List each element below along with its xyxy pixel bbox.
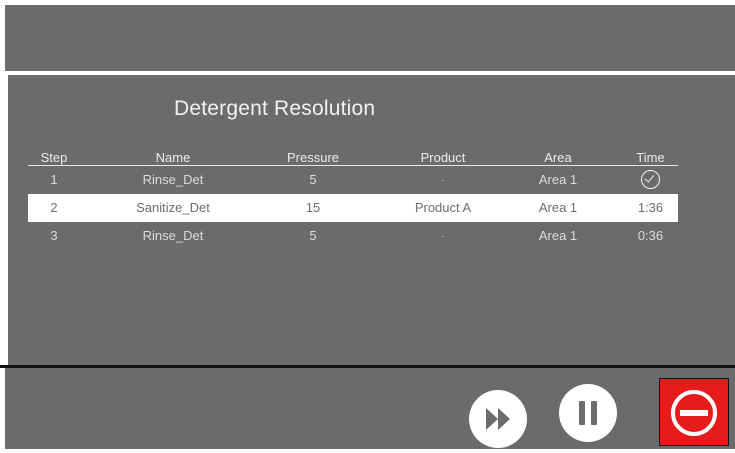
row-step: 2 — [50, 200, 58, 215]
fast-forward-icon — [486, 408, 510, 430]
row-step: 1 — [50, 172, 58, 187]
row-pressure: 15 — [305, 200, 321, 215]
top-bar — [5, 5, 735, 71]
table-row[interactable]: 3 Rinse_Det 5 - Area 1 0:36 — [28, 222, 678, 250]
table-row[interactable]: 1 Rinse_Det 5 - Area 1 — [28, 166, 678, 194]
table-header: Step Name Pressure Product Area Time — [28, 150, 678, 166]
pause-button[interactable] — [559, 384, 617, 442]
row-area: Area 1 — [538, 200, 578, 215]
table-row-selected[interactable]: 2 Sanitize_Det 15 Product A Area 1 1:36 — [28, 194, 678, 222]
header-step: Step — [40, 150, 68, 165]
row-product: - — [440, 172, 446, 187]
header-pressure: Pressure — [286, 150, 340, 165]
row-pressure: 5 — [309, 172, 317, 187]
header-area: Area — [544, 150, 572, 165]
header-product: Product — [420, 150, 466, 165]
header-time: Time — [636, 150, 665, 165]
header-name: Name — [155, 150, 191, 165]
stop-icon — [671, 390, 717, 436]
row-pressure: 5 — [309, 228, 317, 243]
steps-table: Step Name Pressure Product Area Time 1 R… — [28, 150, 678, 250]
stop-button[interactable] — [659, 378, 729, 446]
row-area: Area 1 — [538, 172, 578, 187]
row-name: Rinse_Det — [142, 228, 204, 243]
row-time: 1:36 — [637, 200, 664, 215]
panel-title: Detergent Resolution — [174, 97, 376, 120]
row-area: Area 1 — [538, 228, 578, 243]
row-product: - — [440, 228, 446, 243]
control-bar — [5, 368, 735, 449]
row-name: Rinse_Det — [142, 172, 204, 187]
step-panel: Detergent Resolution Step Name Pressure … — [8, 75, 735, 365]
row-product: Product A — [414, 200, 472, 215]
hmi-screen: Detergent Resolution Step Name Pressure … — [0, 0, 735, 449]
skip-step-button[interactable] — [469, 390, 527, 448]
pause-icon — [579, 401, 597, 425]
row-time — [623, 166, 678, 195]
check-circle-icon — [641, 170, 660, 189]
row-name: Sanitize_Det — [136, 200, 210, 215]
row-time: 0:36 — [637, 228, 664, 243]
row-step: 3 — [50, 228, 58, 243]
